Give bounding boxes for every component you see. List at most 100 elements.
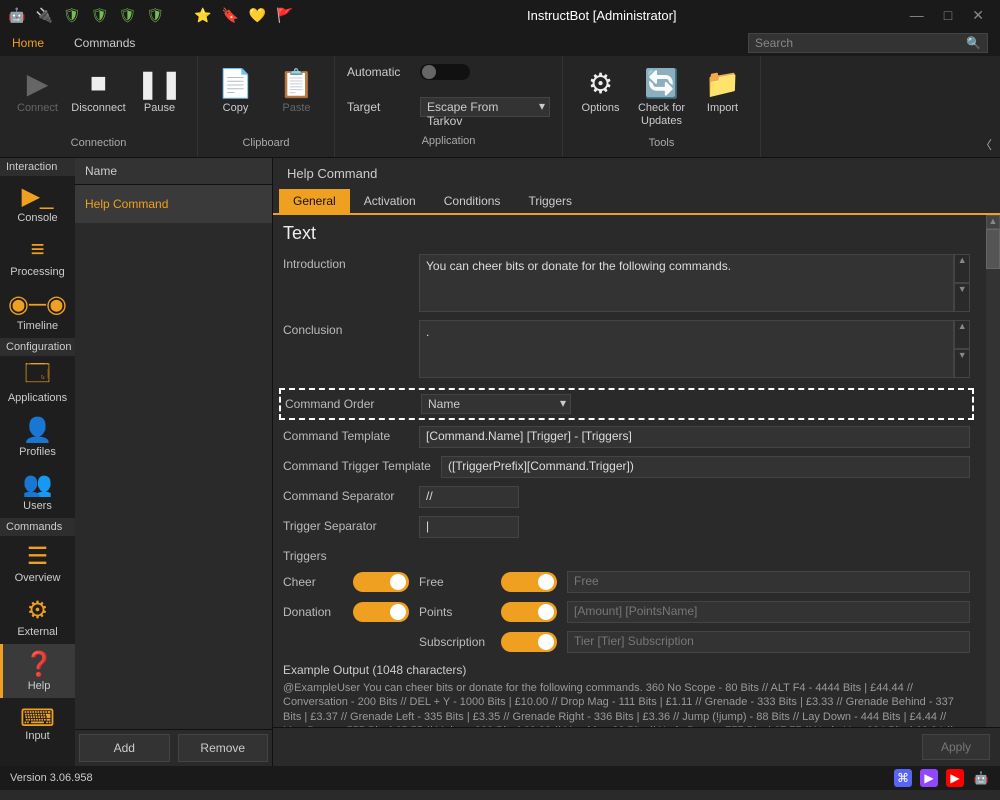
- sidebar-section-configuration: Configuration: [0, 338, 75, 356]
- command-trigger-template-label: Command Trigger Template: [283, 456, 433, 473]
- bot-icon[interactable]: 🤖: [972, 769, 990, 787]
- sidebar-section-commands: Commands: [0, 518, 75, 536]
- free-label: Free: [419, 575, 491, 589]
- subscription-label: Subscription: [419, 635, 491, 649]
- sidebar: Interaction ▶_Console ≡Processing ◉─◉Tim…: [0, 158, 75, 766]
- ribbon-group-connection: Connection: [71, 137, 127, 149]
- tab-general[interactable]: General: [279, 189, 350, 213]
- trigger-separator-input[interactable]: |: [419, 516, 519, 538]
- subscription-input[interactable]: Tier [Tier] Subscription: [567, 631, 970, 653]
- sidebar-item-input[interactable]: ⌨Input: [0, 698, 75, 748]
- sidebar-item-profiles[interactable]: 👤Profiles: [0, 410, 75, 464]
- star-icon[interactable]: ⭐: [194, 7, 211, 24]
- tab-conditions[interactable]: Conditions: [430, 189, 515, 213]
- command-order-select[interactable]: Name: [421, 394, 571, 414]
- content-tabs: General Activation Conditions Triggers: [273, 189, 1000, 215]
- import-button[interactable]: 📁Import: [695, 62, 750, 135]
- scroll-up-icon[interactable]: ▲: [986, 215, 1000, 229]
- heart-icon[interactable]: 💛: [249, 7, 266, 24]
- automatic-label: Automatic: [347, 65, 402, 79]
- options-button[interactable]: ⚙Options: [573, 62, 628, 135]
- apply-button[interactable]: Apply: [922, 734, 990, 760]
- plug-icon[interactable]: 🔌: [35, 7, 52, 24]
- points-toggle[interactable]: [501, 602, 557, 622]
- points-input[interactable]: [Amount] [PointsName]: [567, 601, 970, 623]
- list-header-name[interactable]: Name: [75, 158, 272, 185]
- titlebar-app-icons: 🤖 🔌 🛡 🛡 🛡 🛡 ⭐ 🔖 💛 🚩: [8, 7, 294, 24]
- ribbon-group-application: Application: [347, 135, 550, 147]
- tab-triggers[interactable]: Triggers: [514, 189, 586, 213]
- search-input[interactable]: Search 🔍: [748, 33, 988, 53]
- sidebar-item-overview[interactable]: ☰Overview: [0, 536, 75, 590]
- main: Interaction ▶_Console ≡Processing ◉─◉Tim…: [0, 158, 1000, 766]
- cheer-toggle[interactable]: [353, 572, 409, 592]
- intro-up-icon[interactable]: ▲: [954, 254, 970, 283]
- ribbon-collapse-icon[interactable]: 〈: [980, 136, 992, 153]
- copy-button[interactable]: 📄Copy: [208, 62, 263, 135]
- tag-icon[interactable]: 🔖: [221, 7, 238, 24]
- command-separator-label: Command Separator: [283, 486, 411, 503]
- shield-icon-2[interactable]: 🛡: [91, 7, 109, 24]
- flag-icon[interactable]: 🚩: [276, 7, 293, 24]
- check-updates-button[interactable]: 🔄Check for Updates: [634, 62, 689, 135]
- shield-icon-4[interactable]: 🛡: [146, 7, 164, 24]
- ribbon: ▶Connect ■Disconnect ❚❚Pause Connection …: [0, 56, 1000, 158]
- introduction-input[interactable]: You can cheer bits or donate for the fol…: [419, 254, 954, 312]
- discord-icon[interactable]: ⌘: [894, 769, 912, 787]
- tab-activation[interactable]: Activation: [350, 189, 430, 213]
- youtube-icon[interactable]: ▶: [946, 769, 964, 787]
- command-separator-input[interactable]: //: [419, 486, 519, 508]
- content-title: Help Command: [273, 158, 1000, 189]
- content-panel: Help Command General Activation Conditio…: [273, 158, 1000, 766]
- automatic-toggle[interactable]: [420, 64, 470, 80]
- pause-button[interactable]: ❚❚Pause: [132, 62, 187, 135]
- add-button[interactable]: Add: [79, 734, 170, 762]
- remove-button[interactable]: Remove: [178, 734, 269, 762]
- conc-up-icon[interactable]: ▲: [954, 320, 970, 349]
- scroll-thumb[interactable]: [986, 229, 1000, 269]
- sidebar-item-applications[interactable]: 🗔Applications: [0, 356, 75, 410]
- maximize-button[interactable]: □: [944, 7, 952, 24]
- ribbon-group-clipboard: Clipboard: [242, 137, 289, 149]
- shield-icon-3[interactable]: 🛡: [118, 7, 136, 24]
- scrollbar[interactable]: ▲: [986, 215, 1000, 727]
- points-label: Points: [419, 605, 491, 619]
- connect-button[interactable]: ▶Connect: [10, 62, 65, 135]
- sidebar-item-processing[interactable]: ≡Processing: [0, 230, 75, 284]
- twitch-icon[interactable]: ▶: [920, 769, 938, 787]
- list-panel: Name Help Command Add Remove: [75, 158, 273, 766]
- sidebar-item-external[interactable]: ⚙External: [0, 590, 75, 644]
- tab-commands[interactable]: Commands: [74, 36, 135, 50]
- window-controls: — □ ✕: [910, 7, 984, 24]
- close-button[interactable]: ✕: [972, 7, 984, 24]
- sidebar-item-timeline[interactable]: ◉─◉Timeline: [0, 284, 75, 338]
- example-output-text: @ExampleUser You can cheer bits or donat…: [283, 681, 970, 727]
- trigger-separator-label: Trigger Separator: [283, 516, 411, 533]
- conclusion-input[interactable]: .: [419, 320, 954, 378]
- sidebar-item-help[interactable]: ❓Help: [0, 644, 75, 698]
- sidebar-item-console[interactable]: ▶_Console: [0, 176, 75, 230]
- donation-toggle[interactable]: [353, 602, 409, 622]
- content-body: Text Introduction You can cheer bits or …: [273, 215, 986, 727]
- app-icon: 🤖: [8, 7, 25, 24]
- free-input[interactable]: Free: [567, 571, 970, 593]
- intro-down-icon[interactable]: ▼: [954, 283, 970, 312]
- triggers-heading: Triggers: [283, 546, 411, 563]
- subscription-toggle[interactable]: [501, 632, 557, 652]
- free-toggle[interactable]: [501, 572, 557, 592]
- donation-label: Donation: [283, 605, 343, 619]
- disconnect-button[interactable]: ■Disconnect: [71, 62, 126, 135]
- command-trigger-template-input[interactable]: ([TriggerPrefix][Command.Trigger]): [441, 456, 970, 478]
- conc-down-icon[interactable]: ▼: [954, 349, 970, 378]
- shield-icon-1[interactable]: 🛡: [63, 7, 81, 24]
- example-output-title: Example Output (1048 characters): [283, 663, 970, 677]
- list-item[interactable]: Help Command: [75, 185, 272, 223]
- target-select[interactable]: Escape From Tarkov: [420, 97, 550, 117]
- sidebar-item-users[interactable]: 👥Users: [0, 464, 75, 518]
- minimize-button[interactable]: —: [910, 7, 924, 24]
- paste-button[interactable]: 📋Paste: [269, 62, 324, 135]
- search-placeholder: Search: [755, 36, 793, 50]
- command-template-input[interactable]: [Command.Name] [Trigger] - [Triggers]: [419, 426, 970, 448]
- section-text: Text: [273, 215, 980, 250]
- tab-home[interactable]: Home: [12, 36, 44, 50]
